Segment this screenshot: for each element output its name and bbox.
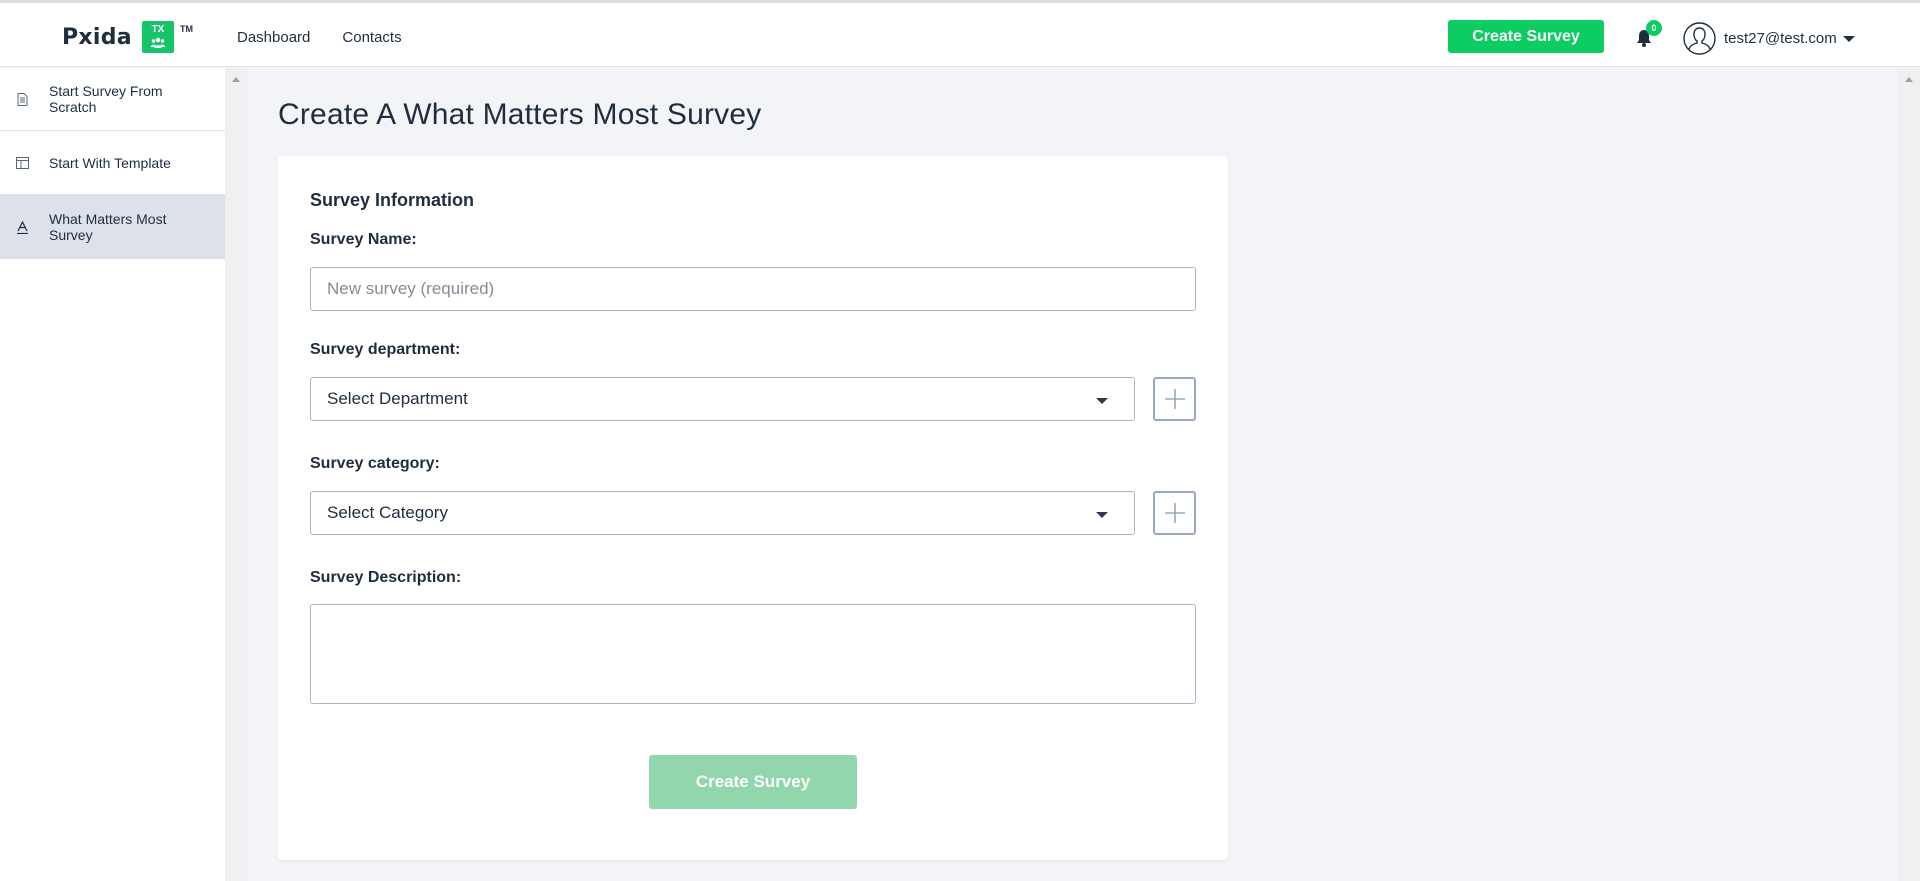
user-menu-caret-icon[interactable]	[1843, 36, 1855, 42]
document-icon	[15, 92, 29, 106]
sidebar-item-what-matters-most[interactable]: What Matters Most Survey	[0, 195, 225, 259]
category-select-value: Select Category	[327, 503, 448, 522]
people-icon	[150, 37, 166, 48]
department-select-value: Select Department	[327, 389, 468, 408]
create-survey-submit-button[interactable]: Create Survey	[649, 755, 857, 809]
sidebar-item-label: What Matters Most Survey	[49, 211, 167, 243]
survey-description-textarea[interactable]	[310, 604, 1196, 704]
avatar-icon[interactable]	[1683, 22, 1716, 55]
survey-department-label: Survey department:	[310, 341, 461, 358]
template-icon	[15, 156, 29, 170]
category-select[interactable]: Select Category	[310, 491, 1135, 535]
logo-text: Pxida	[62, 24, 132, 50]
trademark: TM	[179, 24, 193, 34]
sidebar-scrollbar[interactable]	[225, 68, 247, 881]
page-title: Create A What Matters Most Survey	[278, 98, 762, 131]
top-header: Pxida TX TM Dashboard Contacts Create Su…	[0, 3, 1920, 67]
chevron-down-icon	[1096, 512, 1108, 518]
add-department-button[interactable]	[1153, 377, 1196, 421]
text-a-icon	[15, 220, 29, 234]
logo[interactable]: Pxida TX TM	[62, 20, 193, 54]
chevron-down-icon	[1096, 398, 1108, 404]
sidebar: Start Survey From Scratch Start With Tem…	[0, 68, 225, 881]
survey-description-label: Survey Description:	[310, 569, 462, 586]
sidebar-item-label: Start Survey From Scratch	[49, 83, 163, 115]
survey-name-label: Survey Name:	[310, 231, 417, 248]
sidebar-item-label: Start With Template	[49, 154, 171, 171]
survey-form-card: Survey Information Survey Name: Survey d…	[278, 156, 1228, 860]
survey-category-label: Survey category:	[310, 455, 440, 472]
scroll-up-arrow-icon[interactable]	[232, 77, 240, 82]
plus-icon	[1164, 503, 1185, 523]
department-select[interactable]: Select Department	[310, 377, 1135, 421]
main-nav: Dashboard Contacts	[237, 29, 402, 46]
user-email[interactable]: test27@test.com	[1724, 30, 1837, 47]
section-title: Survey Information	[310, 190, 475, 210]
logo-badge: TX	[141, 21, 174, 53]
plus-icon	[1164, 389, 1185, 409]
notification-badge: 0	[1646, 20, 1662, 36]
main-scrollbar[interactable]	[1898, 68, 1920, 881]
scroll-up-arrow-icon[interactable]	[1905, 77, 1913, 82]
nav-contacts[interactable]: Contacts	[342, 29, 401, 46]
sidebar-item-start-from-scratch[interactable]: Start Survey From Scratch	[0, 68, 225, 131]
header-create-survey-button[interactable]: Create Survey	[1448, 20, 1604, 53]
nav-dashboard[interactable]: Dashboard	[237, 29, 310, 46]
add-category-button[interactable]	[1153, 491, 1196, 535]
sidebar-item-start-with-template[interactable]: Start With Template	[0, 131, 225, 195]
survey-name-input[interactable]	[310, 267, 1196, 311]
logo-badge-text: TX	[151, 24, 165, 35]
